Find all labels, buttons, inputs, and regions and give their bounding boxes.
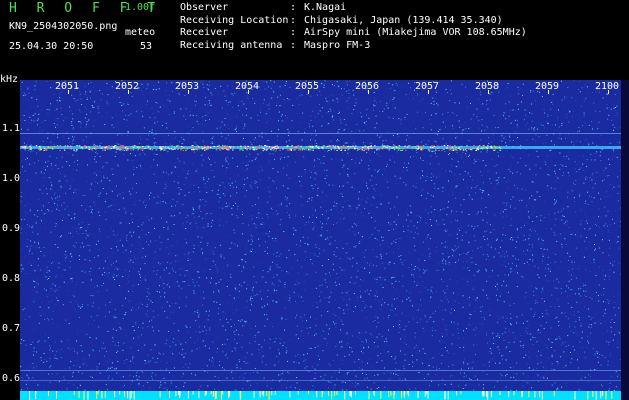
info-row-location: Receiving Location: Chigasaki, Japan (139… bbox=[180, 14, 503, 26]
info-key: Receiver bbox=[180, 27, 229, 38]
time-tick-label: 2059 bbox=[535, 81, 560, 92]
right-edge-bar bbox=[621, 80, 629, 400]
meteo-count: 53 bbox=[140, 41, 153, 52]
app-version: 1.00f bbox=[125, 2, 156, 13]
time-tick-label: 2055 bbox=[295, 81, 320, 92]
freq-tick-label: 0.8 bbox=[2, 273, 21, 284]
freq-tick-label: 0.7 bbox=[2, 323, 21, 334]
file-name: KN9_2504302050.png bbox=[9, 21, 118, 32]
info-key: Receiving antenna bbox=[180, 39, 283, 51]
spectrogram bbox=[20, 80, 621, 400]
info-value: K.Nagai bbox=[304, 2, 347, 13]
time-tick-label: 2054 bbox=[235, 81, 260, 92]
info-key: Observer bbox=[180, 2, 229, 13]
time-tick-label: 2052 bbox=[115, 81, 140, 92]
y-axis-unit: kHz bbox=[0, 74, 19, 85]
time-tick-label: 2053 bbox=[175, 81, 200, 92]
station-info-table: Observer: K.Nagai Receiving Location: Chig… bbox=[180, 2, 527, 52]
info-row-observer: Observer: K.Nagai bbox=[180, 2, 347, 13]
time-tick-label: 2051 bbox=[55, 81, 80, 92]
meteo-label: meteo bbox=[125, 27, 156, 38]
info-key: Receiving Location bbox=[180, 14, 289, 26]
datetime-label: 25.04.30 20:50 bbox=[9, 41, 94, 52]
info-row-receiver: Receiver: AirSpy mini (Miakejima VOR 108.… bbox=[180, 27, 527, 38]
time-tick-label: 2100 bbox=[595, 81, 620, 92]
freq-tick-label: 1.0 bbox=[2, 173, 21, 184]
freq-tick-label: 1.1 bbox=[2, 123, 21, 134]
info-row-antenna: Receiving antenna: Maspro FM-3 bbox=[180, 39, 371, 51]
freq-tick-label: 0.9 bbox=[2, 223, 21, 234]
spectrogram-canvas bbox=[20, 80, 621, 400]
info-value: AirSpy mini (Miakejima VOR 108.65MHz) bbox=[304, 27, 527, 38]
info-value: Chigasaki, Japan (139.414 35.340) bbox=[304, 14, 503, 26]
time-tick-label: 2057 bbox=[415, 81, 440, 92]
header-panel: H R O F F T 1.00f KN9_2504302050.png met… bbox=[0, 0, 629, 85]
time-tick-label: 2058 bbox=[475, 81, 500, 92]
time-tick-label: 2056 bbox=[355, 81, 380, 92]
freq-tick-label: 0.6 bbox=[2, 373, 21, 384]
info-value: Maspro FM-3 bbox=[304, 39, 371, 51]
